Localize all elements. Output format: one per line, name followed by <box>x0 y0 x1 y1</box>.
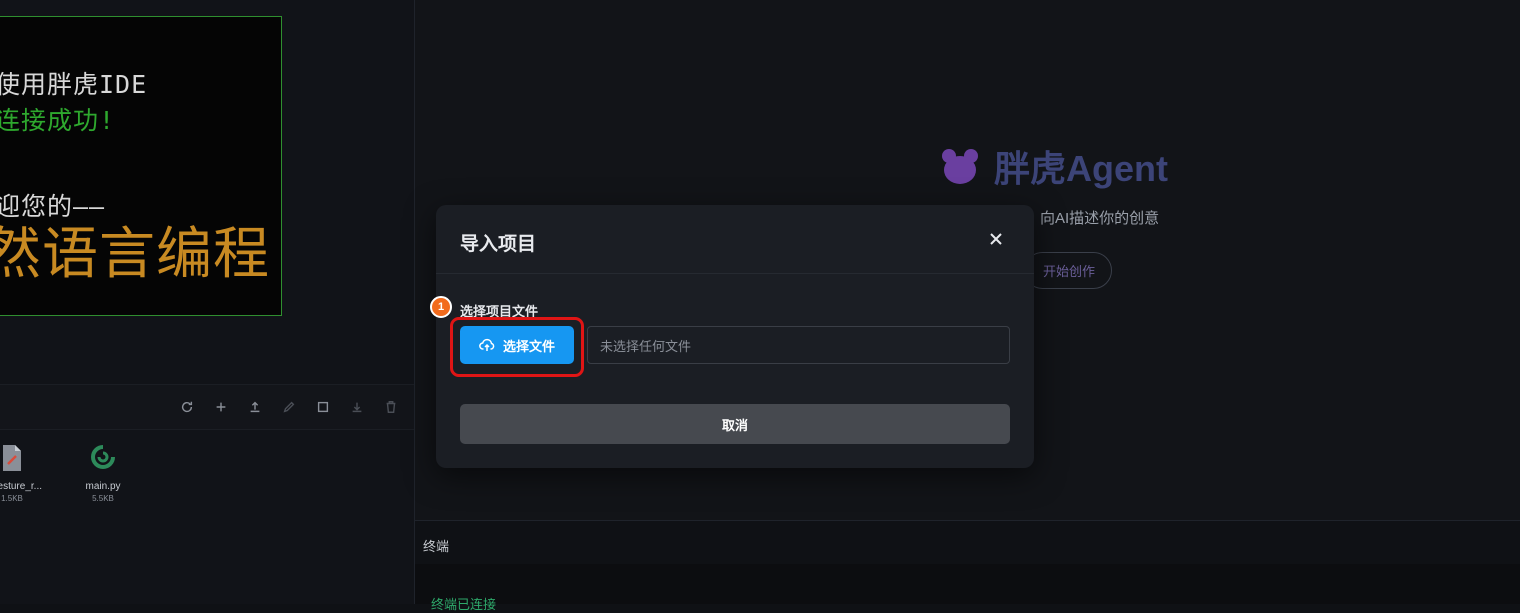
file-item[interactable]: main.py 5.5KB <box>73 444 133 503</box>
edit-icon[interactable] <box>279 397 299 417</box>
modal-header: 导入项目 <box>436 205 1034 274</box>
agent-title: 胖虎Agent <box>940 140 1168 192</box>
file-size: 1.5KB <box>1 494 23 503</box>
screen-line-3: 迎您的—— <box>0 192 106 221</box>
file-icon <box>3 445 21 471</box>
python-file-icon <box>91 445 115 469</box>
import-project-modal: 导入项目 选择项目文件 选择文件 未选择任何文件 取消 1 <box>430 205 1034 468</box>
square-icon[interactable] <box>313 397 333 417</box>
download-icon[interactable] <box>347 397 367 417</box>
refresh-icon[interactable] <box>177 397 197 417</box>
step-badge: 1 <box>430 296 452 318</box>
terminal-title: 终端 <box>423 539 450 554</box>
device-screen-preview: 使用胖虎IDE 连接成功! 迎您的—— 然语言编程 <box>0 16 282 316</box>
trash-icon[interactable] <box>381 397 401 417</box>
screen-line-1: 使用胖虎IDE <box>0 70 148 99</box>
file-name: gesture_r... <box>0 481 42 492</box>
cancel-button[interactable]: 取消 <box>460 404 1010 444</box>
selected-file-display: 未选择任何文件 <box>587 326 1010 364</box>
modal-title: 导入项目 <box>460 234 537 255</box>
close-icon[interactable] <box>986 229 1006 249</box>
plus-icon[interactable] <box>211 397 231 417</box>
file-item[interactable]: gesture_r... 1.5KB <box>0 444 42 503</box>
highlight-box <box>450 317 584 377</box>
start-create-button[interactable]: 开始创作 <box>1024 252 1112 289</box>
screen-line-2: 连接成功! <box>0 106 116 135</box>
agent-subtitle: 向AI描述你的创意 <box>1040 210 1160 227</box>
terminal-header: 终端 <box>415 520 1520 565</box>
tiger-paw-icon <box>942 149 978 184</box>
file-name: main.py <box>85 481 121 492</box>
file-toolbar <box>0 384 414 430</box>
agent-name: 胖虎Agent <box>994 148 1168 189</box>
left-panel: 使用胖虎IDE 连接成功! 迎您的—— 然语言编程 esture_r... 1.… <box>0 0 414 604</box>
file-size: 5.5KB <box>92 494 114 503</box>
terminal-body[interactable]: 终端已连接 <box>415 564 1520 612</box>
screen-line-4: 然语言编程 <box>0 222 270 287</box>
upload-icon[interactable] <box>245 397 265 417</box>
